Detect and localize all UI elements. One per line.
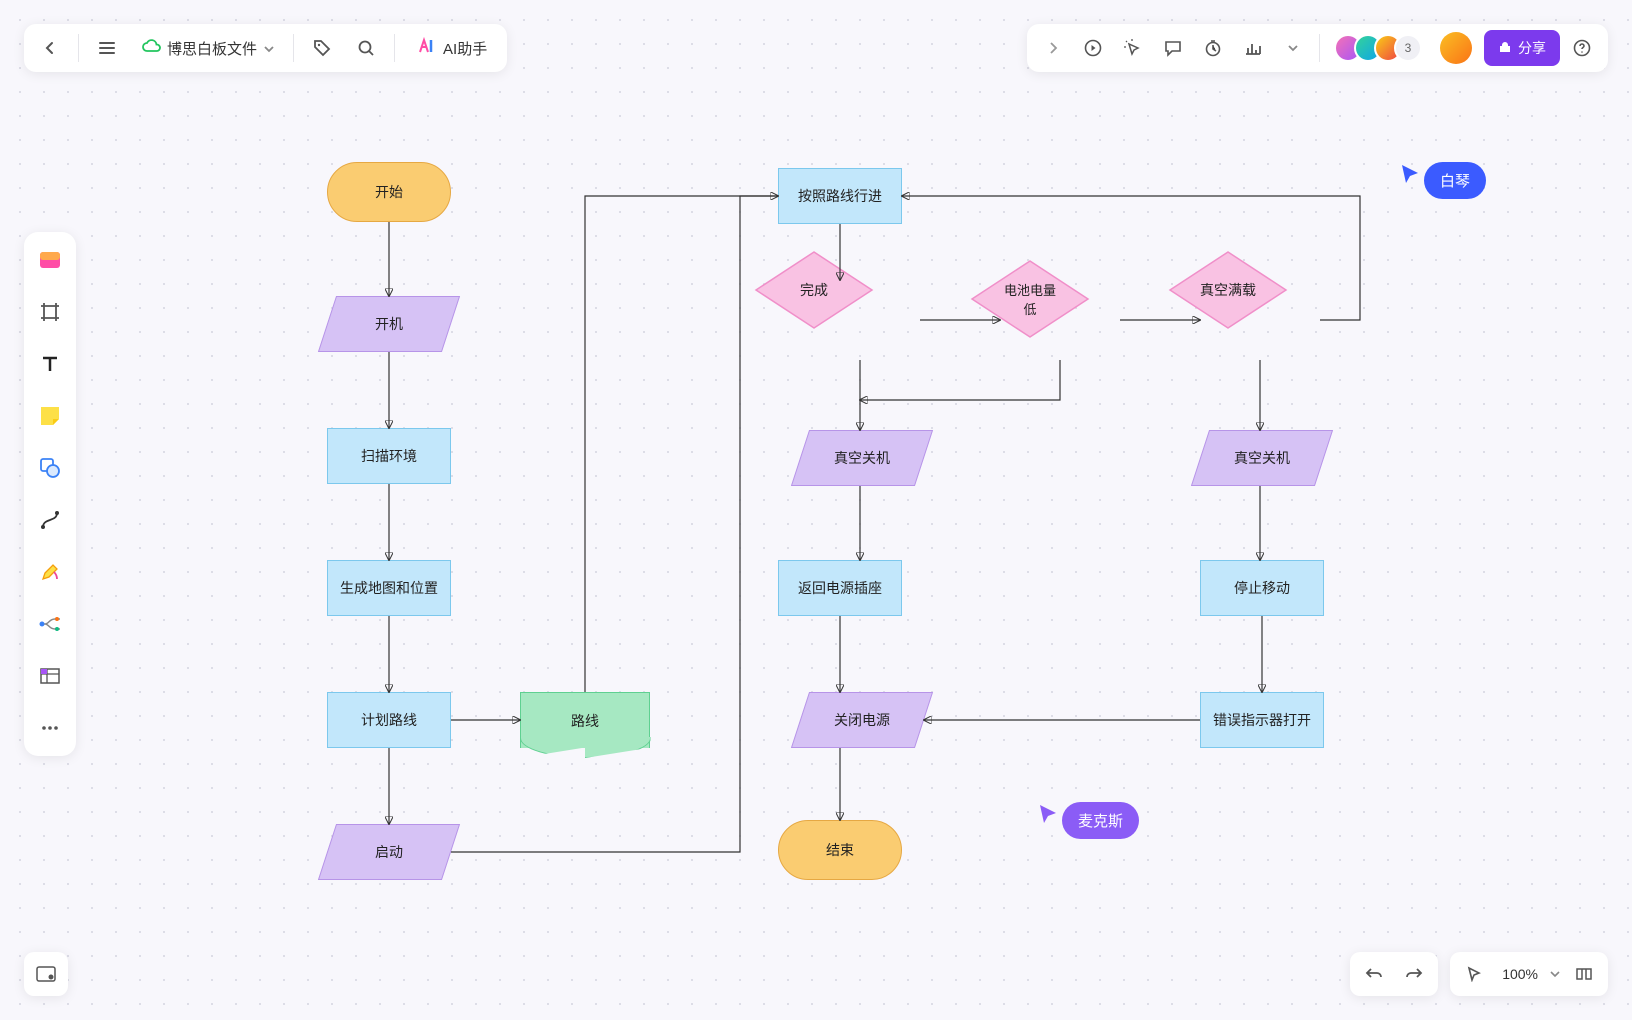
node-vacoff1[interactable]: 真空关机 — [791, 430, 933, 486]
search-button[interactable] — [346, 28, 386, 68]
node-label: 结束 — [826, 840, 854, 860]
zoom-level[interactable]: 100% — [1498, 966, 1542, 982]
chevron-down-icon[interactable] — [1550, 965, 1560, 983]
node-launch[interactable]: 启动 — [318, 824, 460, 880]
top-left-toolbar: 博思白板文件 AI助手 — [24, 24, 507, 72]
more-tools[interactable] — [32, 710, 68, 746]
history-controls — [1350, 952, 1438, 996]
cursor-click-icon[interactable] — [1115, 30, 1151, 66]
chevron-down-icon — [263, 40, 275, 57]
current-user-avatar[interactable] — [1440, 32, 1472, 64]
avatar-overflow: 3 — [1394, 34, 1422, 62]
node-label: 生成地图和位置 — [340, 578, 438, 598]
ai-label: AI助手 — [443, 38, 487, 59]
cursor-label: 白琴 — [1424, 162, 1486, 199]
node-scan[interactable]: 扫描环境 — [327, 428, 451, 484]
pen-tool[interactable] — [32, 554, 68, 590]
file-title: 博思白板文件 — [167, 38, 257, 59]
shape-tool[interactable] — [32, 450, 68, 486]
node-label: 返回电源插座 — [798, 578, 882, 598]
collaborator-cursor-baiqin: 白琴 — [1400, 150, 1486, 199]
node-follow[interactable]: 按照路线行进 — [778, 168, 902, 224]
more-icon[interactable] — [1275, 30, 1311, 66]
node-label: 开机 — [375, 314, 403, 334]
node-label: 扫描环境 — [361, 446, 417, 466]
node-label: 开始 — [375, 182, 403, 202]
pointer-mode[interactable] — [1458, 958, 1490, 990]
node-vacoff2[interactable]: 真空关机 — [1191, 430, 1333, 486]
node-label: 路线 — [571, 711, 599, 731]
separator — [78, 34, 79, 62]
node-end[interactable]: 结束 — [778, 820, 902, 880]
node-return[interactable]: 返回电源插座 — [778, 560, 902, 616]
mindmap-tool[interactable] — [32, 606, 68, 642]
node-label: 启动 — [375, 842, 403, 862]
node-label: 停止移动 — [1234, 578, 1290, 598]
cursor-label: 麦克斯 — [1062, 802, 1139, 839]
help-button[interactable] — [1564, 30, 1600, 66]
share-button[interactable]: 分享 — [1484, 30, 1560, 66]
node-lowbatt[interactable]: 电池电量低 — [1000, 280, 1060, 318]
undo-button[interactable] — [1358, 958, 1390, 990]
bottom-right-controls: 100% — [1350, 952, 1608, 996]
separator — [394, 34, 395, 62]
node-label: 关闭电源 — [834, 710, 890, 730]
minimap-toggle[interactable] — [24, 952, 68, 996]
node-label: 完成 — [800, 280, 828, 300]
file-title-dropdown[interactable]: 博思白板文件 — [131, 28, 285, 68]
tag-button[interactable] — [302, 28, 342, 68]
text-tool[interactable] — [32, 346, 68, 382]
menu-button[interactable] — [87, 28, 127, 68]
view-controls: 100% — [1450, 952, 1608, 996]
collaborator-avatars[interactable]: 3 — [1328, 34, 1428, 62]
fit-view[interactable] — [1568, 958, 1600, 990]
node-label: 电池电量低 — [1000, 280, 1060, 318]
ai-assistant-button[interactable]: AI助手 — [403, 28, 501, 68]
node-genmap[interactable]: 生成地图和位置 — [327, 560, 451, 616]
node-plan[interactable]: 计划路线 — [327, 692, 451, 748]
node-shutdown[interactable]: 关闭电源 — [791, 692, 933, 748]
node-vacfull[interactable]: 真空满载 — [1200, 280, 1256, 300]
ai-icon — [417, 37, 437, 59]
frame-tool[interactable] — [32, 294, 68, 330]
node-route[interactable]: 路线 — [520, 692, 650, 748]
comment-icon[interactable] — [1155, 30, 1191, 66]
share-label: 分享 — [1518, 38, 1546, 58]
play-button[interactable] — [1075, 30, 1111, 66]
node-stopmove[interactable]: 停止移动 — [1200, 560, 1324, 616]
expand-left-icon[interactable] — [1035, 30, 1071, 66]
node-label: 真空关机 — [834, 448, 890, 468]
redo-button[interactable] — [1398, 958, 1430, 990]
templates-tool[interactable] — [32, 242, 68, 278]
node-label: 按照路线行进 — [798, 186, 882, 206]
cloud-icon — [141, 39, 161, 57]
node-poweron[interactable]: 开机 — [318, 296, 460, 352]
tool-sidebar — [24, 232, 76, 756]
connector-tool[interactable] — [32, 502, 68, 538]
node-label: 错误指示器打开 — [1213, 710, 1311, 730]
chart-icon[interactable] — [1235, 30, 1271, 66]
node-label: 真空满载 — [1200, 280, 1256, 300]
node-errled[interactable]: 错误指示器打开 — [1200, 692, 1324, 748]
node-label: 计划路线 — [361, 710, 417, 730]
share-icon — [1498, 40, 1512, 57]
table-tool[interactable] — [32, 658, 68, 694]
separator — [293, 34, 294, 62]
node-start[interactable]: 开始 — [327, 162, 451, 222]
top-right-toolbar: 3 分享 — [1027, 24, 1608, 72]
collaborator-cursor-maikesi: 麦克斯 — [1038, 790, 1139, 839]
node-done[interactable]: 完成 — [800, 280, 828, 300]
timer-icon[interactable] — [1195, 30, 1231, 66]
node-label: 真空关机 — [1234, 448, 1290, 468]
sticky-tool[interactable] — [32, 398, 68, 434]
back-button[interactable] — [30, 28, 70, 68]
separator — [1319, 34, 1320, 62]
